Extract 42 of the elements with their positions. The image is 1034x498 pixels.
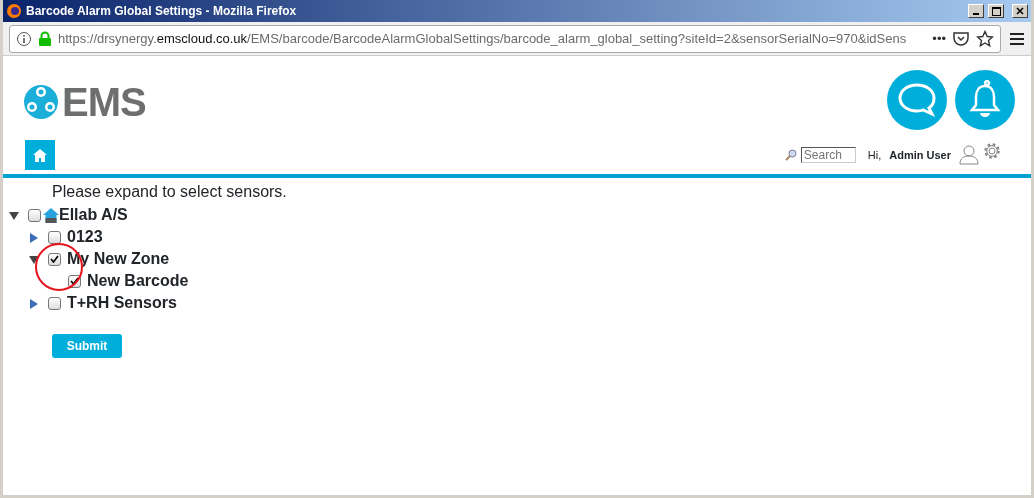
tree-node-label[interactable]: Ellab A/S (59, 203, 128, 227)
logo-text: EMS (62, 82, 146, 122)
notifications-button[interactable] (955, 70, 1015, 130)
star-icon[interactable] (976, 29, 994, 48)
maximize-icon (991, 6, 1001, 16)
checkbox[interactable] (48, 230, 61, 244)
home-icon (43, 207, 59, 223)
search-field[interactable]: Search (800, 147, 856, 163)
close-icon (1016, 7, 1024, 15)
chat-button[interactable] (887, 70, 947, 130)
collapse-toggle[interactable] (8, 209, 20, 221)
tree-node-label[interactable]: New Barcode (87, 269, 189, 293)
window-title: Barcode Alarm Global Settings - Mozilla Firefox (26, 3, 298, 20)
tree-node-label[interactable]: 0123 (67, 225, 103, 249)
collapse-toggle[interactable] (28, 253, 40, 265)
minimize-button[interactable] (968, 4, 984, 18)
expand-toggle[interactable] (28, 297, 40, 309)
expand-toggle[interactable] (28, 231, 40, 243)
bell-icon (967, 80, 1003, 120)
tree-node-label[interactable]: T+RH Sensors (67, 291, 177, 315)
checkbox[interactable] (48, 252, 61, 266)
maximize-button[interactable] (988, 4, 1004, 18)
firefox-icon (6, 3, 22, 19)
lock-icon (38, 30, 52, 47)
close-button[interactable] (1012, 4, 1028, 18)
address-bar[interactable]: https://drsynergy.emscloud.co.uk/EMS/barcode/BarcodeAlarmGlobalSettings/barcode_alarm_global_setting?siteId=2&sensorSerialNo=970&idSens ••• (9, 24, 1001, 53)
menu-icon[interactable] (1009, 31, 1025, 46)
logo-icon (24, 85, 58, 119)
more-icon[interactable]: ••• (932, 28, 946, 49)
search-icon (784, 149, 797, 161)
user-name: Admin User (889, 147, 951, 163)
url-text: https://drsynergy.emscloud.co.uk/EMS/barcode/BarcodeAlarmGlobalSettings/barcode_alarm_global_setting?siteId=2&sensorSerialNo=970&idSens (58, 29, 908, 48)
home-button[interactable] (25, 140, 55, 170)
info-icon (16, 30, 32, 47)
checkbox[interactable] (48, 296, 61, 310)
home-icon (33, 148, 47, 162)
speech-bubble-icon (897, 82, 937, 118)
pocket-icon[interactable] (952, 30, 970, 47)
settings-icon[interactable] (983, 142, 1001, 160)
checkbox[interactable] (28, 208, 41, 222)
greeting-text: Hi, (867, 147, 882, 163)
instruction-text: Please expand to select sensors. (52, 182, 288, 202)
